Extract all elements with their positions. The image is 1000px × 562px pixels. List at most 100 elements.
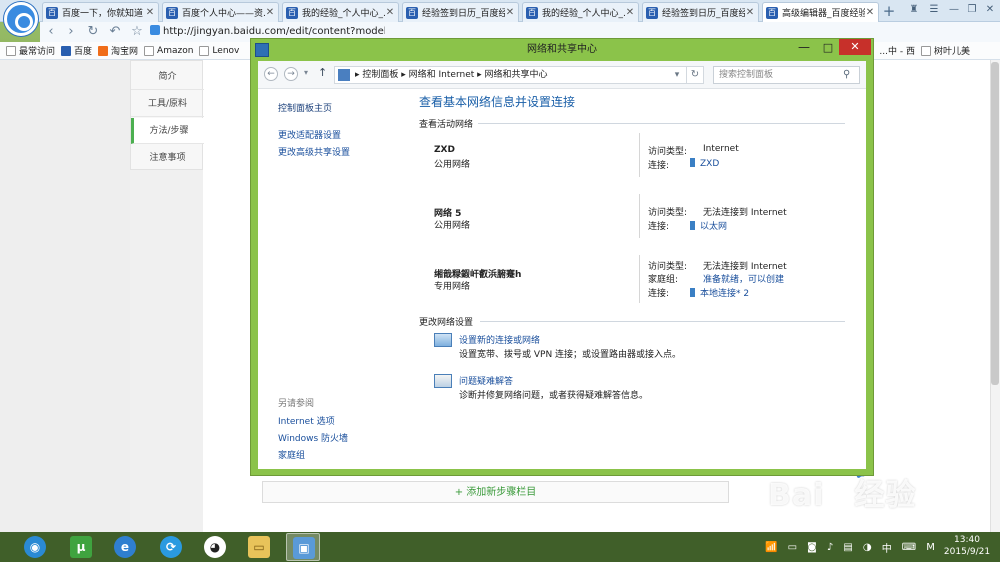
taskbar-app-panda[interactable]: ◕ [198, 533, 232, 561]
tab-4[interactable]: 百 经验签到日历_百度经... ✕ [402, 2, 519, 22]
tab-1[interactable]: 百 百度一下，你就知道 ✕ [42, 2, 159, 22]
breadcrumb-item[interactable]: 网络和共享中心 [485, 70, 548, 80]
tab-3[interactable]: 百 我的经验_个人中心_... ✕ [282, 2, 399, 22]
bookmark-item[interactable]: 淘宝网 [98, 44, 138, 57]
window-maximize-button[interactable]: □ [817, 41, 839, 55]
page-icon [6, 45, 16, 56]
wifi-icon[interactable]: 📶 [765, 542, 777, 553]
browser-logo-icon[interactable] [4, 2, 38, 36]
tab-5[interactable]: 百 我的经验_个人中心_... ✕ [522, 2, 639, 22]
favorite-star-icon[interactable]: ☆ [128, 24, 146, 40]
nav-steps[interactable]: 方法/步骤 [131, 118, 204, 144]
tab-label: 百度个人中心——资... [182, 9, 265, 19]
connection-link[interactable]: 以太网 [690, 219, 727, 232]
menu-icon[interactable]: ☰ [926, 2, 942, 18]
close-tab-icon[interactable]: ✕ [265, 7, 275, 18]
taskbar-app-ie[interactable]: e [108, 533, 142, 561]
advanced-sharing-link[interactable]: 更改高级共享设置 [278, 145, 350, 158]
homegroup-link[interactable]: 准备就绪，可以创建 [703, 272, 784, 285]
homegroup-link[interactable]: 家庭组 [278, 448, 305, 461]
forward-icon[interactable]: → [284, 67, 298, 81]
url-text: http://jingyan.baidu.com/edit/content?mo… [163, 26, 385, 37]
connection-link[interactable]: ZXD [690, 158, 719, 169]
back-icon[interactable]: ← [264, 67, 278, 81]
taskbar-app-pin[interactable]: ◉ [18, 533, 52, 561]
access-type-value: 无法连接到 Internet [703, 262, 787, 272]
undo-icon[interactable]: ↶ [106, 24, 124, 40]
close-tab-icon[interactable]: ✕ [745, 7, 755, 18]
close-icon[interactable]: ✕ [982, 2, 998, 18]
taskbar-app-browser[interactable]: ⟳ [154, 533, 188, 561]
skin-icon[interactable]: ♜ [906, 2, 922, 18]
setup-connection-link[interactable]: 设置新的连接或网络 [459, 333, 540, 346]
bookmark-label: ...中 - 西 [879, 47, 915, 57]
nav-notes[interactable]: 注意事项 [131, 145, 204, 171]
connection-link[interactable]: 本地连接* 2 [690, 286, 749, 299]
app-tray-icon[interactable]: ◙ [807, 542, 817, 553]
network-category[interactable]: 公用网络 [434, 218, 470, 231]
path-dropdown-icon[interactable]: ▾ [668, 66, 686, 84]
windows-firewall-link[interactable]: Windows 防火墙 [278, 431, 348, 444]
refresh-icon[interactable]: ↻ [686, 66, 704, 84]
watermark-logo-text: Bai [768, 478, 825, 513]
breadcrumb-item[interactable]: 控制面板 [362, 70, 398, 80]
bookmark-item[interactable]: Amazon [144, 45, 193, 56]
keyboard-icon[interactable]: ⌨ [902, 542, 916, 553]
baidu-icon [61, 45, 72, 56]
baidu-favicon-icon: 百 [166, 6, 178, 19]
qq-icon[interactable]: ◑ [863, 542, 872, 553]
nav-tools[interactable]: 工具/原料 [131, 91, 204, 117]
maximize-icon[interactable]: ❐ [964, 2, 980, 18]
breadcrumb-item[interactable]: 网络和 Internet [409, 70, 475, 80]
close-tab-icon[interactable]: ✕ [505, 7, 515, 18]
add-step-button[interactable]: + 添加新步骤栏目 [262, 481, 729, 503]
browser-icon: ⟳ [160, 536, 182, 558]
internet-options-link[interactable]: Internet 选项 [278, 414, 335, 427]
tab-6[interactable]: 百 经验签到日历_百度经... ✕ [642, 2, 759, 22]
refresh-icon[interactable]: ↻ [84, 24, 102, 40]
troubleshoot-link[interactable]: 问题疑难解答 [459, 374, 513, 387]
bookmark-label: 树叶儿美 [933, 47, 970, 57]
window-close-button[interactable]: ✕ [839, 39, 871, 55]
network-category[interactable]: 公用网络 [434, 157, 470, 170]
tab-7-active[interactable]: 百 高级编辑器_百度经验 ✕ [762, 2, 879, 22]
adapter-settings-link[interactable]: 更改适配器设置 [278, 128, 341, 141]
close-tab-icon[interactable]: ✕ [625, 7, 635, 18]
close-tab-icon[interactable]: ✕ [385, 7, 395, 18]
taskbar-app-explorer[interactable]: ▭ [242, 533, 276, 561]
network-category[interactable]: 专用网络 [434, 279, 470, 292]
bookmark-item[interactable]: ...中 - 西 [879, 44, 915, 57]
ethernet-icon [690, 221, 695, 230]
input-method-icon[interactable]: M [926, 542, 935, 553]
utorrent-icon: µ [70, 536, 92, 558]
access-type-label: 访问类型: [648, 262, 688, 272]
window-minimize-button[interactable]: — [793, 41, 815, 55]
cp-home-link[interactable]: 控制面板主页 [278, 101, 332, 114]
scrollbar-thumb[interactable] [991, 62, 999, 385]
breadcrumb[interactable]: ▸ 控制面板 ▸ 网络和 Internet ▸ 网络和共享中心 [334, 66, 704, 84]
troubleshoot-desc: 诊断并修复网络问题，或者获得疑难解答信息。 [459, 391, 649, 401]
taskbar-app-utorrent[interactable]: µ [64, 533, 98, 561]
battery-icon[interactable]: ▭ [788, 542, 797, 553]
up-arrow-icon[interactable]: ↑ [318, 66, 327, 79]
close-tab-icon[interactable]: ✕ [145, 7, 155, 18]
search-input[interactable]: 搜索控制面板 ⚲ [713, 66, 860, 84]
volume-icon[interactable]: ♪ [827, 542, 833, 553]
bookmark-item[interactable]: 树叶儿美 [920, 44, 970, 57]
new-tab-button[interactable]: + [881, 3, 897, 21]
forward-icon[interactable]: › [62, 24, 80, 40]
back-icon[interactable]: ‹ [42, 24, 60, 40]
network-tray-icon[interactable]: ▤ [843, 542, 852, 553]
ime-indicator[interactable]: 中 [882, 540, 892, 555]
tab-2[interactable]: 百 百度个人中心——资... ✕ [162, 2, 279, 22]
connection-name: 以太网 [700, 222, 728, 232]
bookmark-item[interactable]: 最常访问 [6, 44, 55, 57]
nav-intro[interactable]: 简介 [131, 64, 204, 90]
history-dropdown-icon[interactable]: ▾ [304, 68, 308, 77]
close-tab-icon[interactable]: ✕ [865, 7, 875, 18]
taskbar-app-control-panel[interactable]: ▣ [286, 533, 320, 561]
clock[interactable]: 13:40 2015/9/21 [940, 534, 994, 560]
minimize-icon[interactable]: — [946, 2, 962, 18]
bookmark-item[interactable]: 百度 [61, 44, 92, 57]
bookmark-item[interactable]: Lenov [199, 45, 239, 56]
